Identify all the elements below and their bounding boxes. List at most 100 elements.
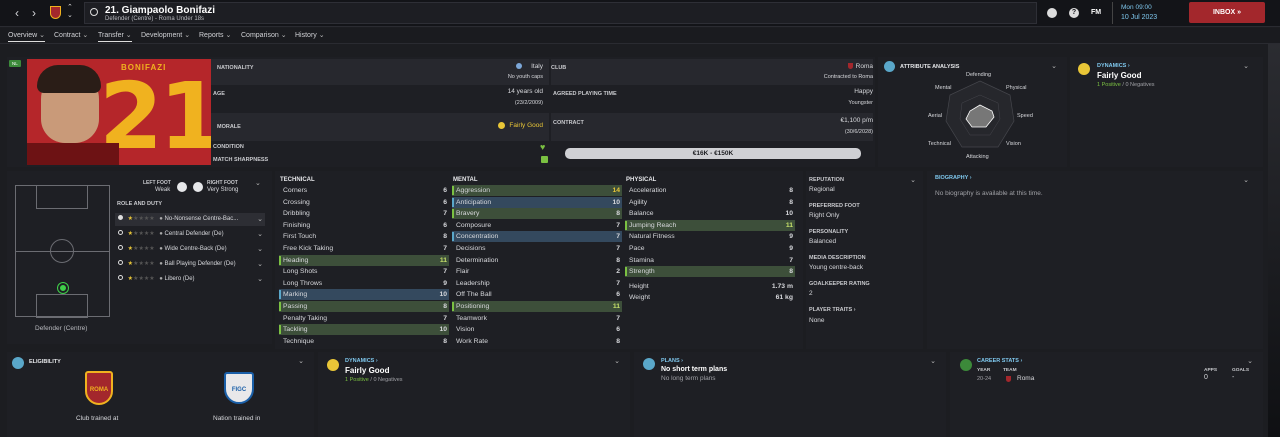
attribute-row[interactable]: Long Shots 7 [279,266,449,277]
role-row[interactable]: ★★★★★ ● Libero (De) ⌄ [115,273,265,286]
tab-comparison[interactable]: Comparison ⌄ [241,31,287,39]
attribute-row[interactable]: Stamina 7 [625,255,795,266]
attribute-row[interactable]: Finishing 6 [279,220,449,231]
dynamics-title[interactable]: DYNAMICS › [1097,63,1130,69]
attribute-name: Natural Fitness [629,233,675,241]
role-row[interactable]: ★★★★★ ● Ball Playing Defender (De) ⌄ [115,258,265,271]
attribute-row[interactable]: Bravery 8 [452,208,622,220]
chevron-down-icon[interactable]: ⌄ [1247,357,1253,365]
attribute-row[interactable]: Anticipation 10 [452,196,622,208]
world-icon[interactable] [1047,8,1057,18]
dynamics-bottom-title[interactable]: DYNAMICS › [345,358,378,364]
counts-separator: / [370,377,372,383]
attribute-row[interactable]: Acceleration 8 [625,185,795,196]
attribute-row[interactable]: Penalty Taking 7 [279,313,449,324]
chevron-down-icon[interactable]: ⌄ [1243,176,1249,184]
attribute-row[interactable]: Off The Ball 6 [452,289,622,300]
attribute-value: 11 [785,221,793,229]
tab-reports[interactable]: Reports ⌄ [199,31,231,39]
attribute-row[interactable]: Concentration 7 [452,231,622,243]
attribute-value: 7 [616,221,620,229]
role-row[interactable]: ★★★★★ ● Wide Centre-Back (De) ⌄ [115,243,265,256]
fm-logo[interactable]: FM [1091,9,1101,16]
attribute-row[interactable]: Leadership 7 [452,278,622,289]
attribute-row[interactable]: Jumping Reach 11 [625,219,795,231]
attribute-row[interactable]: Teamwork 7 [452,313,622,324]
date-time[interactable]: Mon 09:00 [1121,4,1152,11]
axis-speed: Speed [1017,113,1033,119]
attribute-row[interactable]: Aggression 14 [452,185,622,196]
attribute-row[interactable]: Tackling 10 [279,324,449,336]
attribute-analysis-title: ATTRIBUTE ANALYSIS [900,64,960,70]
attribute-value: 7 [443,210,447,218]
forward-button[interactable]: › [27,5,41,21]
current-date[interactable]: 10 Jul 2023 [1121,14,1157,21]
chevron-down-icon[interactable]: ⌄ [255,179,261,187]
morale-value[interactable]: Fairly Good [509,122,543,129]
player-traits-link[interactable]: PLAYER TRAITS › [809,307,856,313]
heart-icon: ♥ [540,142,546,152]
back-button[interactable]: ‹ [10,5,24,21]
attribute-row[interactable]: Passing 8 [279,301,449,312]
chevron-down-icon[interactable]: ⌄ [1051,62,1057,70]
search-icon[interactable] [90,8,98,16]
chevron-down-icon[interactable]: ⌄ [1243,62,1249,70]
nation-trained-caption: Nation trained in [213,415,261,422]
chevron-up-down-icon[interactable]: ⌃ ⌄ [67,4,73,20]
attribute-row[interactable]: Strength 8 [625,266,795,278]
axis-aerial: Aerial [928,113,943,119]
chevron-down-icon[interactable]: ⌄ [910,176,916,184]
attribute-row[interactable]: Positioning 11 [452,301,622,312]
sharpness-icon [541,156,548,163]
attribute-row[interactable]: Dribbling 7 [279,208,449,219]
attribute-row[interactable]: Flair 2 [452,266,622,277]
attribute-row[interactable]: Work Rate 8 [452,336,622,347]
attribute-row[interactable]: Technique 8 [279,336,449,347]
plans-title[interactable]: PLANS › [661,358,683,364]
club-value[interactable]: Roma [856,63,873,70]
roma-crest-icon[interactable]: ROMA [85,371,113,405]
attribute-value: 8 [443,337,447,345]
attribute-row[interactable]: Heading 11 [279,254,449,266]
biography-text: No biography is available at this time. [935,190,1043,197]
chevron-down-icon[interactable]: ⌄ [614,357,620,365]
attribute-row[interactable]: Agility 8 [625,197,795,208]
attribute-name: Long Shots [283,268,318,276]
attribute-row[interactable]: First Touch 8 [279,231,449,242]
career-team[interactable]: Roma [1017,375,1034,382]
inbox-button[interactable]: INBOX » [1189,2,1265,23]
chevron-down-icon[interactable]: ⌄ [298,357,304,365]
role-row[interactable]: ★★★★★ ● No-Nonsense Centre-Bac... ⌄ [115,213,265,226]
dynamics-bottom-panel: DYNAMICS › Fairly Good 1 Positive / 0 Ne… [318,352,630,437]
attribute-row[interactable]: Marking 10 [279,289,449,301]
role-row[interactable]: ★★★★★ ● Central Defender (De) ⌄ [115,228,265,241]
figc-crest-icon[interactable]: FIGC [224,372,254,404]
biography-title[interactable]: BIOGRAPHY › [935,175,972,181]
tab-transfer[interactable]: Transfer ⌄ [98,31,132,42]
morale-icon [498,122,505,129]
attribute-row[interactable]: Decisions 7 [452,243,622,254]
contract-end: (30/6/2028) [844,129,873,135]
attribute-row[interactable]: Corners 6 [279,185,449,196]
career-stats-title[interactable]: CAREER STATS › [977,358,1022,364]
attribute-row[interactable]: Natural Fitness 9 [625,231,795,242]
attribute-row[interactable]: Free Kick Taking 7 [279,243,449,254]
help-icon[interactable]: ? [1069,8,1079,18]
tab-development[interactable]: Development ⌄ [141,31,190,39]
nationality-value[interactable]: Italy [531,63,543,70]
attribute-value: 9 [443,279,447,287]
attribute-row[interactable]: Balance 10 [625,208,795,219]
chevron-down-icon[interactable]: ⌄ [930,357,936,365]
tab-history[interactable]: History ⌄ [295,31,325,39]
attribute-row[interactable]: Crossing 6 [279,197,449,208]
attribute-row[interactable]: Long Throws 9 [279,278,449,289]
attribute-row[interactable]: Composure 7 [452,220,622,231]
attribute-row[interactable]: Determination 8 [452,255,622,266]
tab-contract[interactable]: Contract ⌄ [54,31,88,39]
attribute-row[interactable]: Vision 6 [452,324,622,335]
highlight-bar [452,209,454,219]
club-crest-icon[interactable] [50,6,61,19]
attribute-row[interactable]: Pace 9 [625,243,795,254]
value-range-bar[interactable]: €16K - €150K [565,148,861,159]
tab-overview[interactable]: Overview ⌄ [8,31,46,42]
